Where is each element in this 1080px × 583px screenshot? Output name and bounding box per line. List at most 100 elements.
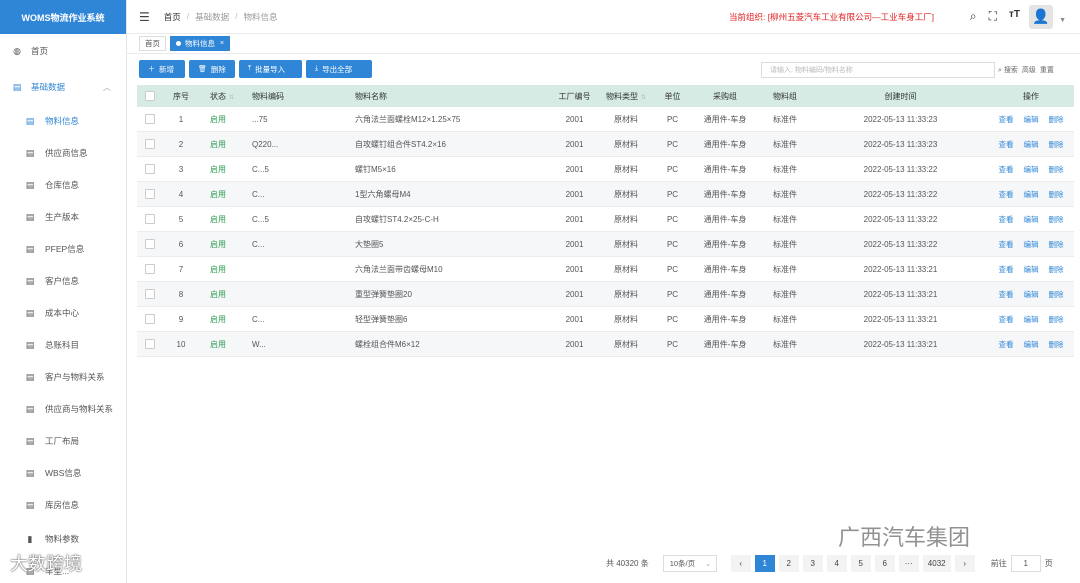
batch-import-button[interactable]: ⤒ 批量导入: [239, 60, 302, 78]
view-link[interactable]: 查看: [999, 190, 1014, 199]
edit-link[interactable]: 编辑: [1024, 340, 1039, 349]
row-checkbox[interactable]: [145, 214, 155, 224]
view-link[interactable]: 查看: [999, 240, 1014, 249]
page-button[interactable]: 6: [874, 555, 895, 572]
row-checkbox[interactable]: [145, 264, 155, 274]
fullscreen-icon[interactable]: ⛶: [989, 9, 997, 24]
table-row[interactable]: 7 启用 六角法兰面带齿螺母M10 2001 原材料 PC 通用件-车身 标准件 2022-05…: [137, 257, 1074, 282]
add-button[interactable]: ＋新增: [139, 60, 185, 78]
sidebar-item-customer-material[interactable]: ▤ 客户与物料关系: [0, 370, 126, 384]
sort-icon[interactable]: ⇅: [641, 95, 646, 101]
delete-link[interactable]: 删除: [1049, 190, 1064, 199]
page-ellipsis[interactable]: ···: [898, 555, 919, 572]
edit-link[interactable]: 编辑: [1024, 265, 1039, 274]
table-row[interactable]: 2 启用 Q220... 自攻螺钉组合件ST4.2×16 2001 原材料 PC 通用件-车身…: [137, 132, 1074, 157]
table-row[interactable]: 8 启用 重型弹簧垫圈20 2001 原材料 PC 通用件-车身 标准件 2022-05-13 …: [137, 282, 1074, 307]
delete-link[interactable]: 删除: [1049, 290, 1064, 299]
row-checkbox[interactable]: [145, 289, 155, 299]
sort-icon[interactable]: ⇅: [229, 95, 234, 101]
current-organization[interactable]: 当前组织: [柳州五菱汽车工业有限公司—工业车身工厂]: [729, 11, 934, 23]
export-all-button[interactable]: ⤓ 导出全部: [306, 60, 372, 78]
edit-link[interactable]: 编辑: [1024, 240, 1039, 249]
sidebar-item-factory-layout[interactable]: ▤ 工厂布局: [0, 434, 126, 448]
sidebar-item-material-params[interactable]: ▮ 物料参数: [0, 532, 126, 546]
delete-link[interactable]: 删除: [1049, 165, 1064, 174]
avatar[interactable]: 👤: [1029, 4, 1053, 29]
prev-page-button[interactable]: ‹: [730, 555, 751, 572]
row-checkbox[interactable]: [145, 139, 155, 149]
table-row[interactable]: 4 启用 C... 1型六角螺母M4 2001 原材料 PC 通用件-车身 标准件 2022-05…: [137, 182, 1074, 207]
search-icon[interactable]: ⌕: [970, 9, 977, 24]
view-link[interactable]: 查看: [999, 315, 1014, 324]
page-size-select[interactable]: 10条/页 ⌄: [662, 555, 717, 572]
sidebar-item-customer-info[interactable]: ▤ 客户信息: [0, 274, 126, 288]
view-link[interactable]: 查看: [999, 340, 1014, 349]
sidebar-item-production-version[interactable]: ▤ 生产版本: [0, 210, 126, 224]
view-link[interactable]: 查看: [999, 290, 1014, 299]
view-link[interactable]: 查看: [999, 265, 1014, 274]
delete-button[interactable]: 🗑 删除: [189, 60, 235, 78]
select-all-checkbox[interactable]: [145, 91, 155, 101]
delete-link[interactable]: 删除: [1049, 265, 1064, 274]
sidebar-item-supplier-info[interactable]: ▤ 供应商信息: [0, 146, 126, 160]
caret-down-icon[interactable]: ▼: [1059, 17, 1066, 24]
row-checkbox[interactable]: [145, 339, 155, 349]
goto-page-input[interactable]: 1: [1010, 555, 1041, 572]
font-size-icon[interactable]: тT: [1009, 9, 1020, 24]
row-checkbox[interactable]: [145, 189, 155, 199]
close-icon[interactable]: ×: [220, 40, 224, 47]
advanced-button[interactable]: 高级: [1022, 65, 1036, 75]
delete-link[interactable]: 删除: [1049, 240, 1064, 249]
view-link[interactable]: 查看: [999, 140, 1014, 149]
page-button[interactable]: 5: [850, 555, 871, 572]
menu-toggle-icon[interactable]: ☰: [139, 10, 150, 24]
edit-link[interactable]: 编辑: [1024, 165, 1039, 174]
edit-link[interactable]: 编辑: [1024, 190, 1039, 199]
sidebar-item-home[interactable]: ◍ 首页: [0, 44, 126, 58]
sidebar-group-basic-data[interactable]: ▤ 基础数据 ︿: [0, 80, 126, 94]
breadcrumb-home[interactable]: 首页: [164, 11, 181, 23]
tab-material-info[interactable]: 物料信息 ×: [170, 36, 231, 51]
view-link[interactable]: 查看: [999, 215, 1014, 224]
next-page-button[interactable]: ›: [954, 555, 975, 572]
search-button[interactable]: ⌕ 搜索: [998, 65, 1018, 75]
table-row[interactable]: 9 启用 C... 轻型弹簧垫圈6 2001 原材料 PC 通用件-车身 标准件 2022-05-…: [137, 307, 1074, 332]
delete-link[interactable]: 删除: [1049, 315, 1064, 324]
sidebar-item-wbs-info[interactable]: ▤ WBS信息: [0, 466, 126, 480]
sidebar-item-material-info[interactable]: ▤ 物料信息: [0, 114, 126, 128]
edit-link[interactable]: 编辑: [1024, 115, 1039, 124]
tab-home[interactable]: 首页: [139, 36, 166, 51]
sidebar-item-pfep-info[interactable]: ▤ PFEP信息: [0, 242, 126, 256]
table-row[interactable]: 3 启用 C...5 螺钉M5×16 2001 原材料 PC 通用件-车身 标准件 2022-05…: [137, 157, 1074, 182]
delete-link[interactable]: 删除: [1049, 115, 1064, 124]
delete-link[interactable]: 删除: [1049, 140, 1064, 149]
page-button[interactable]: 1: [754, 555, 775, 572]
edit-link[interactable]: 编辑: [1024, 140, 1039, 149]
sidebar-item-supplier-material[interactable]: ▤ 供应商与物料关系: [0, 402, 126, 416]
row-checkbox[interactable]: [145, 314, 155, 324]
table-row[interactable]: 6 启用 C... 大垫圈5 2001 原材料 PC 通用件-车身 标准件 2022-05-13 …: [137, 232, 1074, 257]
col-type[interactable]: 物料类型 ⇅: [597, 91, 655, 102]
delete-link[interactable]: 删除: [1049, 215, 1064, 224]
sidebar-item-cost-center[interactable]: ▤ 成本中心: [0, 306, 126, 320]
page-button-last[interactable]: 4032: [922, 555, 951, 572]
edit-link[interactable]: 编辑: [1024, 215, 1039, 224]
sidebar-item-gl-account[interactable]: ▤ 总账科目: [0, 338, 126, 352]
view-link[interactable]: 查看: [999, 165, 1014, 174]
page-button[interactable]: 3: [802, 555, 823, 572]
page-button[interactable]: 2: [778, 555, 799, 572]
edit-link[interactable]: 编辑: [1024, 290, 1039, 299]
app-logo-title[interactable]: WOMS物流作业系统: [0, 0, 126, 34]
edit-link[interactable]: 编辑: [1024, 315, 1039, 324]
row-checkbox[interactable]: [145, 164, 155, 174]
row-checkbox[interactable]: [145, 114, 155, 124]
sidebar-item-storeroom-info[interactable]: ▤ 库房信息: [0, 498, 126, 512]
reset-button[interactable]: 重置: [1040, 65, 1054, 75]
search-input[interactable]: 请输入: 物料编码/物料名称: [761, 62, 995, 78]
col-status[interactable]: 状态 ⇅: [201, 91, 247, 102]
table-row[interactable]: 5 启用 C...5 自攻螺钉ST4.2×25-C-H 2001 原材料 PC 通用件-车身 标…: [137, 207, 1074, 232]
row-checkbox[interactable]: [145, 239, 155, 249]
sidebar-item-warehouse-info[interactable]: ▤ 仓库信息: [0, 178, 126, 192]
page-button[interactable]: 4: [826, 555, 847, 572]
table-row[interactable]: 10 启用 W... 螺栓组合件M6×12 2001 原材料 PC 通用件-车身 标准件 2022…: [137, 332, 1074, 357]
